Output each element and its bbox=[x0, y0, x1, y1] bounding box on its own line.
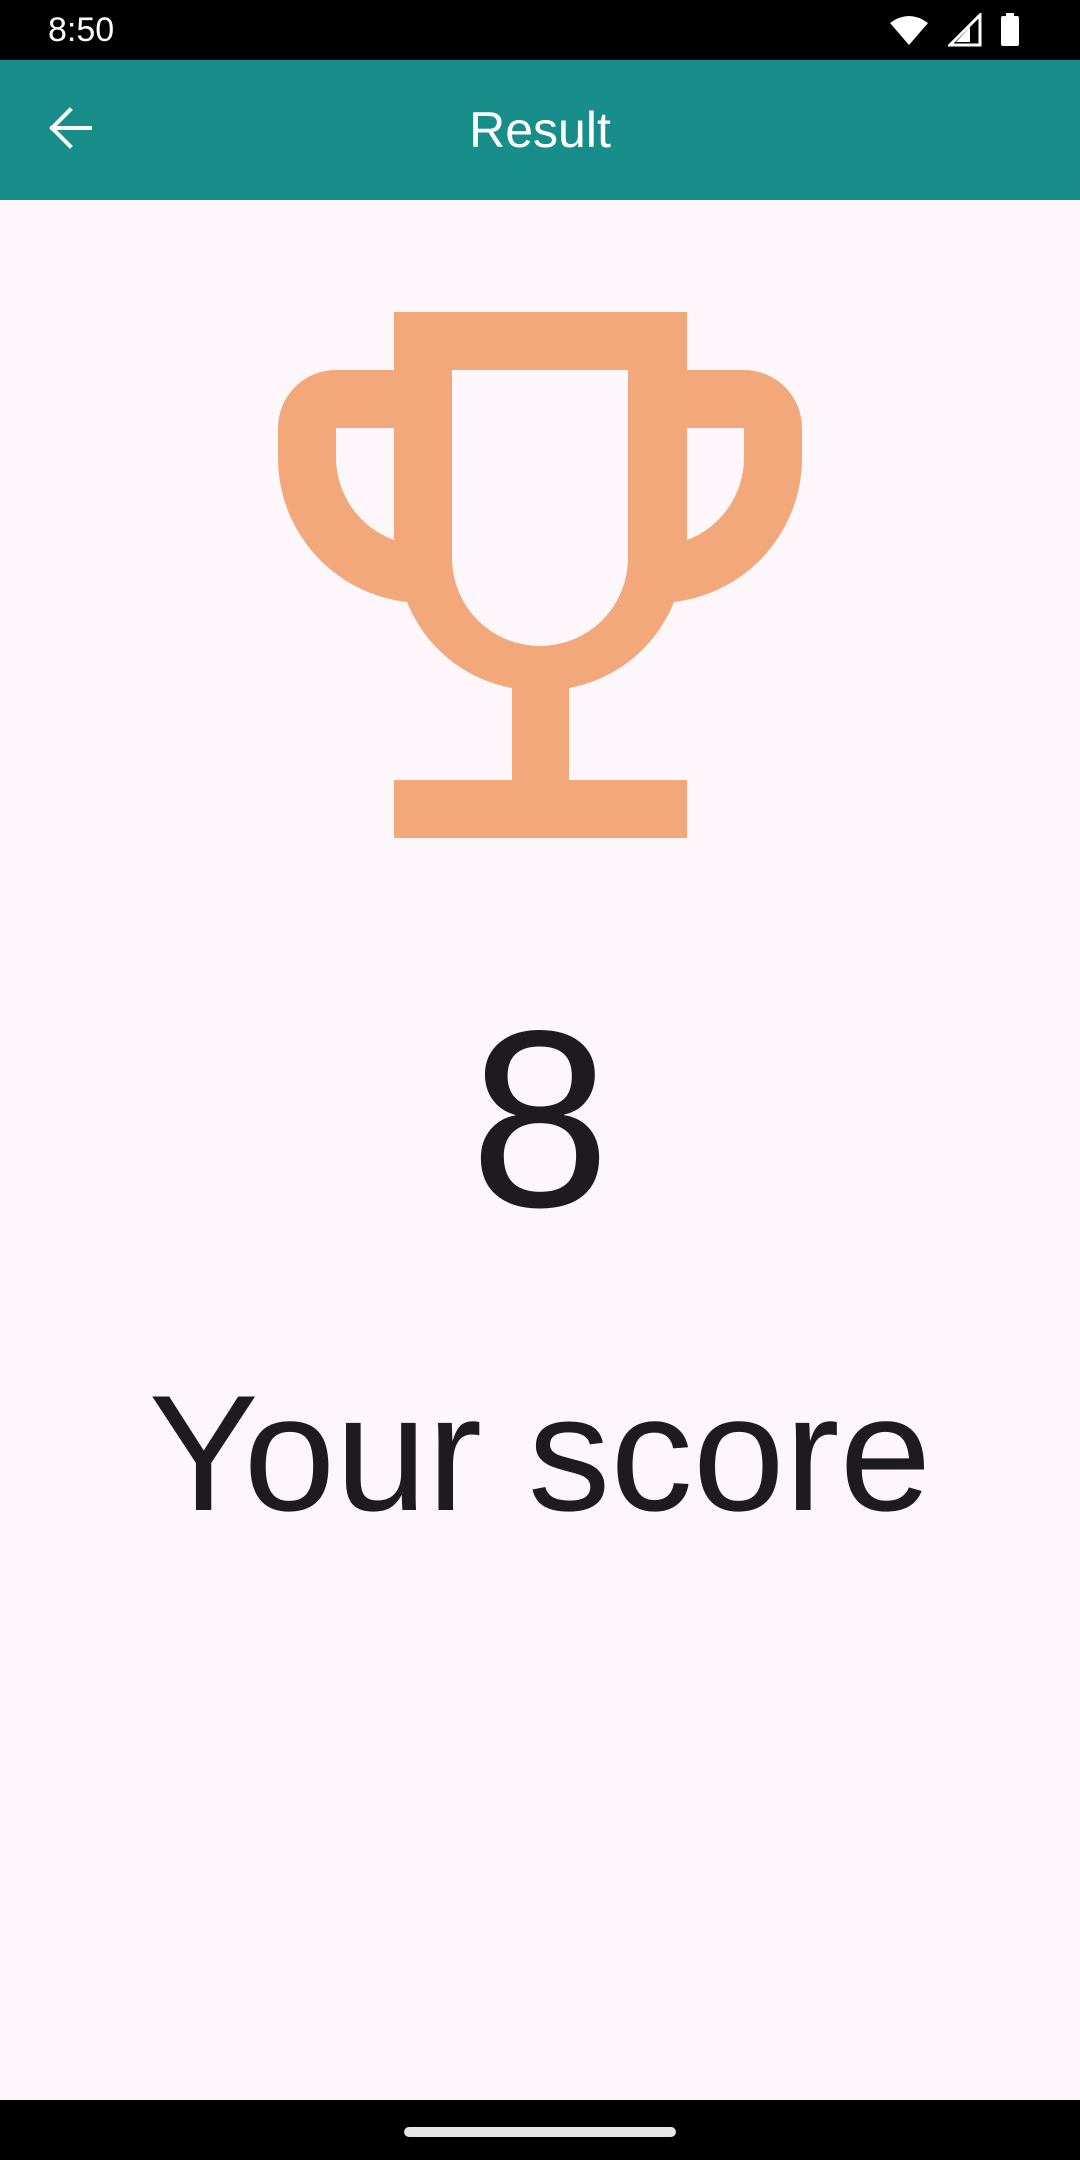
page-title: Result bbox=[469, 102, 611, 158]
trophy-icon bbox=[277, 312, 803, 838]
battery-icon bbox=[1000, 13, 1020, 47]
back-button[interactable] bbox=[30, 90, 110, 170]
score-label: Your score bbox=[148, 1361, 932, 1545]
home-gesture-handle[interactable] bbox=[404, 2127, 676, 2137]
status-bar: 8:50 bbox=[0, 0, 1080, 60]
status-icons bbox=[888, 12, 1020, 48]
cellular-signal-icon bbox=[948, 13, 982, 47]
navigation-bar bbox=[0, 2100, 1080, 2160]
result-content: 8 Your score bbox=[0, 200, 1080, 2100]
score-value: 8 bbox=[469, 979, 611, 1260]
wifi-icon bbox=[888, 14, 930, 46]
app-bar: Result bbox=[0, 60, 1080, 200]
arrow-back-icon bbox=[48, 106, 92, 155]
status-time: 8:50 bbox=[48, 11, 115, 49]
screen: 8:50 Result 8 Your score bbox=[0, 0, 1080, 2160]
